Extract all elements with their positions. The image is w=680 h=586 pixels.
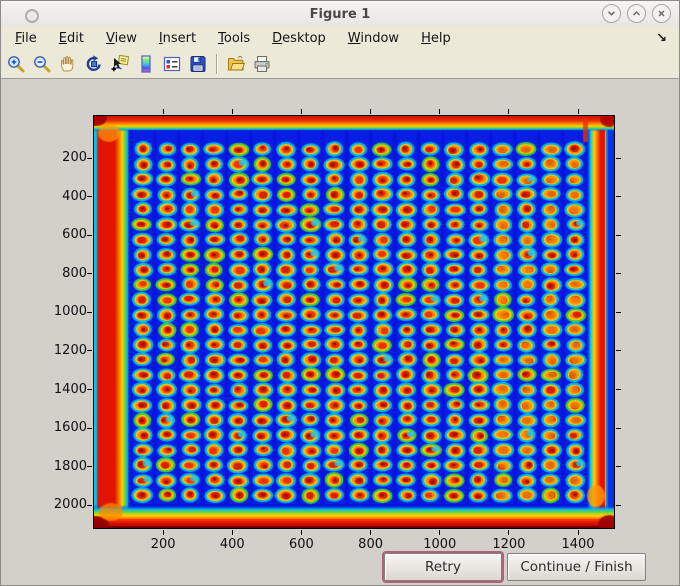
x-tick-label: 1400 [561, 537, 595, 552]
y-tick [87, 466, 92, 468]
x-tick-top [370, 109, 372, 114]
y-tick [87, 196, 92, 198]
x-tick-top [300, 109, 302, 114]
x-tick-top [508, 109, 510, 114]
chevron-up-icon [632, 10, 641, 16]
y-tick-label: 1000 [53, 304, 87, 320]
figure-toolbar [1, 49, 679, 79]
titlebar[interactable]: Figure 1 [1, 1, 679, 27]
y-tick [87, 157, 92, 159]
x-tick [162, 530, 164, 535]
x-tick-label: 1200 [492, 537, 526, 552]
x-tick-top [231, 109, 233, 114]
x-tick-label: 600 [289, 537, 314, 552]
y-tick [87, 273, 92, 275]
close-icon [658, 10, 665, 17]
save-figure-icon [190, 55, 206, 72]
x-tick [508, 530, 510, 535]
print-figure-button[interactable] [249, 51, 275, 76]
chevron-down-icon [607, 11, 616, 16]
x-tick [300, 530, 302, 535]
menu-window[interactable]: Window [340, 30, 407, 47]
y-tick-right [616, 504, 621, 506]
menu-insert[interactable]: Insert [151, 30, 204, 47]
x-tick-label: 800 [358, 537, 383, 552]
x-tick-label: 1000 [423, 537, 457, 552]
x-tick [370, 530, 372, 535]
data-cursor-icon [111, 54, 130, 71]
toolbar-separator [216, 53, 218, 74]
print-figure-icon [254, 55, 270, 72]
y-tick-right [616, 311, 621, 313]
y-tick [87, 427, 92, 429]
menu-items: File Edit View Insert Tools Desktop Window Help [7, 30, 465, 47]
close-button[interactable] [652, 4, 671, 23]
y-tick [87, 311, 92, 313]
minimize-button[interactable] [602, 4, 621, 23]
menubar: File Edit View Insert Tools Desktop Window Help… [1, 27, 679, 49]
x-tick-top [439, 109, 441, 114]
zoom-out-button[interactable] [29, 51, 55, 76]
window-menu-icon[interactable] [25, 9, 39, 23]
rotate-3d-icon [86, 54, 101, 71]
dock-arrow-icon[interactable]: ↘ [656, 31, 673, 46]
y-tick [87, 504, 92, 506]
x-tick [577, 530, 579, 535]
maximize-button[interactable] [627, 4, 646, 23]
y-tick-right [616, 234, 621, 236]
figure-window: Figure 1 File Edit View Insert Tools Desktop W… [0, 0, 680, 586]
x-tick-label: 200 [150, 537, 176, 552]
y-tick-right [616, 389, 621, 390]
window-title: Figure 1 [309, 6, 371, 22]
zoom-in-icon [8, 55, 25, 72]
y-tick [87, 350, 92, 352]
plot-image[interactable] [94, 116, 614, 528]
y-tick-label: 1400 [53, 381, 87, 397]
menu-tools[interactable]: Tools [210, 30, 258, 47]
x-tick-top [577, 109, 579, 114]
y-tick-label: 1200 [53, 342, 87, 358]
data-cursor-button[interactable] [107, 51, 133, 76]
x-tick [231, 530, 233, 535]
y-tick-right [616, 427, 621, 429]
insert-colorbar-icon [141, 54, 151, 73]
y-tick [87, 389, 92, 390]
y-tick-label: 600 [62, 227, 87, 243]
open-file-icon [228, 55, 246, 70]
y-tick [87, 234, 92, 236]
x-tick-label: 400 [219, 537, 245, 552]
window-controls [602, 4, 671, 23]
y-tick-label: 400 [62, 188, 87, 204]
x-tick-top [162, 109, 164, 114]
figure-canvas-area: Retry Continue / Finish 200 400 600 800 1000… [1, 79, 679, 585]
rotate-3d-button[interactable] [81, 51, 107, 76]
zoom-out-icon [34, 55, 51, 72]
y-tick-label: 1800 [53, 458, 87, 474]
y-tick-label: 800 [62, 265, 87, 281]
pan-icon [61, 55, 74, 71]
y-tick-right [616, 157, 621, 159]
menu-view[interactable]: View [98, 30, 145, 47]
open-file-button[interactable] [223, 51, 249, 76]
y-tick-right [616, 196, 621, 198]
pan-button[interactable] [55, 51, 81, 76]
y-tick-right [616, 350, 621, 352]
insert-colorbar-button[interactable] [133, 51, 159, 76]
save-figure-button[interactable] [185, 51, 211, 76]
menu-desktop[interactable]: Desktop [264, 30, 334, 47]
insert-legend-icon [163, 56, 181, 71]
retry-button[interactable]: Retry [382, 551, 504, 583]
menu-help[interactable]: Help [413, 30, 459, 47]
x-tick [439, 530, 441, 535]
y-tick-label: 1600 [53, 420, 87, 436]
zoom-in-button[interactable] [3, 51, 29, 76]
continue-finish-button[interactable]: Continue / Finish [507, 553, 646, 581]
y-tick-label: 2000 [53, 497, 87, 513]
menu-file[interactable]: File [7, 30, 45, 47]
insert-legend-button[interactable] [159, 51, 185, 76]
y-tick-label: 200 [62, 150, 87, 166]
y-tick-right [616, 466, 621, 468]
menu-edit[interactable]: Edit [51, 30, 92, 47]
y-tick-right [616, 273, 621, 275]
